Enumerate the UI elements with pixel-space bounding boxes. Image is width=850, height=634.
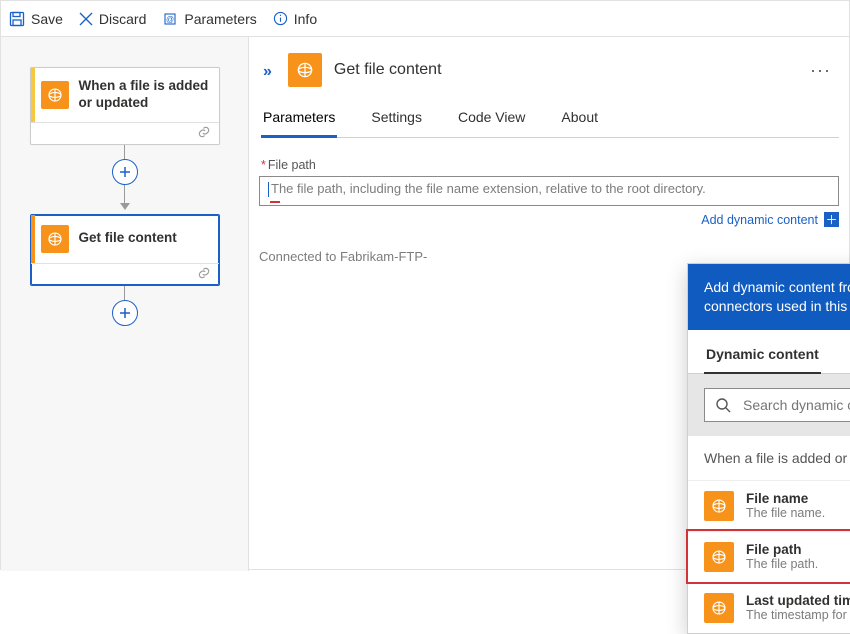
- spellcheck-underline: [270, 201, 280, 203]
- tab-settings[interactable]: Settings: [369, 101, 424, 137]
- file-path-input[interactable]: The file path, including the file name e…: [259, 176, 839, 206]
- picker-tabs: Dynamic content Expression: [688, 330, 850, 374]
- trigger-card[interactable]: When a file is added or updated: [30, 67, 220, 145]
- ftp-icon: [704, 593, 734, 623]
- add-step-button[interactable]: [112, 300, 138, 326]
- file-path-label: *File path: [261, 158, 839, 172]
- picker-item-desc: The file name.: [746, 506, 825, 520]
- picker-item[interactable]: Last updated timeThe timestamp for when …: [688, 582, 850, 633]
- card-accent: [31, 68, 35, 122]
- connection-info: Connected to Fabrikam-FTP-: [259, 249, 839, 264]
- picker-item-name: File path: [746, 542, 818, 557]
- picker-header: Add dynamic content from the apps and co…: [688, 264, 850, 330]
- add-dynamic-content-link[interactable]: Add dynamic content ＋: [259, 212, 839, 227]
- parameters-label: Parameters: [184, 11, 256, 27]
- properties-panel: » Get file content ··· Parameters Settin…: [249, 37, 849, 571]
- ftp-icon: [41, 81, 69, 109]
- command-bar: Save Discard @ Parameters Info: [1, 1, 849, 37]
- dynamic-content-picker: Add dynamic content from the apps and co…: [687, 263, 850, 634]
- action-title: Get file content: [79, 230, 177, 247]
- connector-line: [124, 145, 125, 159]
- link-icon: [197, 266, 211, 283]
- add-step-button[interactable]: [112, 159, 138, 185]
- info-icon: [273, 11, 288, 26]
- save-button[interactable]: Save: [9, 11, 63, 27]
- action-card[interactable]: Get file content: [30, 214, 220, 286]
- discard-label: Discard: [99, 11, 146, 27]
- discard-button[interactable]: Discard: [79, 11, 146, 27]
- picker-item-desc: The file path.: [746, 557, 818, 571]
- close-icon: [79, 12, 93, 26]
- picker-item[interactable]: File nameThe file name.: [688, 480, 850, 531]
- save-icon: [9, 11, 25, 27]
- parameters-button[interactable]: @ Parameters: [162, 11, 256, 27]
- link-icon: [197, 125, 211, 142]
- connector-line: [124, 286, 125, 300]
- panel-tabs: Parameters Settings Code View About: [261, 101, 839, 138]
- svg-text:@: @: [166, 15, 174, 24]
- designer-canvas[interactable]: When a file is added or updated Get file…: [1, 37, 249, 571]
- arrow-down-icon: [120, 203, 130, 210]
- collapse-panel-button[interactable]: »: [259, 63, 276, 81]
- picker-search-input[interactable]: [741, 396, 850, 414]
- info-label: Info: [294, 11, 317, 27]
- picker-item-name: File name: [746, 491, 825, 506]
- ftp-icon: [704, 542, 734, 572]
- picker-item-desc: The timestamp for when the file was last…: [746, 608, 850, 622]
- ftp-icon: [41, 225, 69, 253]
- tab-parameters[interactable]: Parameters: [261, 101, 337, 138]
- picker-search[interactable]: [704, 388, 850, 422]
- picker-item[interactable]: File pathThe file path.: [688, 531, 850, 582]
- info-button[interactable]: Info: [273, 11, 317, 27]
- plus-icon: ＋: [824, 212, 839, 227]
- ftp-icon: [288, 53, 322, 87]
- parameters-icon: @: [162, 11, 178, 27]
- panel-title: Get file content: [334, 61, 442, 79]
- save-label: Save: [31, 11, 63, 27]
- ftp-icon: [704, 491, 734, 521]
- picker-group-header: When a file is added or updated See more: [688, 436, 850, 480]
- connector-line: [124, 185, 125, 203]
- trigger-title: When a file is added or updated: [79, 78, 209, 112]
- picker-tab-dynamic[interactable]: Dynamic content: [704, 340, 821, 374]
- search-icon: [715, 397, 731, 413]
- tab-about[interactable]: About: [559, 101, 600, 137]
- panel-more-button[interactable]: ···: [810, 60, 831, 81]
- tab-code-view[interactable]: Code View: [456, 101, 527, 137]
- picker-item-name: Last updated time: [746, 593, 850, 608]
- card-accent: [31, 215, 35, 263]
